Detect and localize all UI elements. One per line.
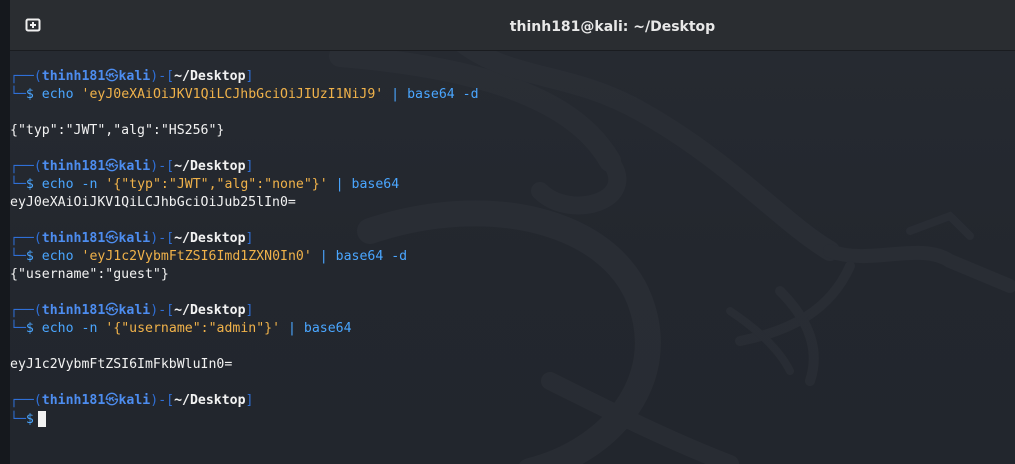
command-line: └─$ echo -n '{"username":"admin"}' | bas… — [10, 321, 352, 336]
kali-dragon-logo — [329, 51, 1015, 464]
command-output: eyJ0eXAiOiJKV1QiLCJhbGciOiJub25lIn0= — [10, 195, 296, 210]
terminal-body[interactable]: ┌──(thinh181㉿kali)-[~/Desktop] └─$ echo … — [10, 51, 1015, 464]
command-output: {"username":"guest"} — [10, 267, 169, 282]
window-title: thinh181@kali: ~/Desktop — [509, 19, 716, 35]
prompt-line: ┌──(thinh181㉿kali)-[~/Desktop] — [10, 231, 254, 246]
command-output: eyJ1c2VybmFtZSI6ImFkbWluIn0= — [10, 357, 233, 372]
command-line: └─$ echo 'eyJ1c2VybmFtZSI6Imd1ZXN0In0' |… — [10, 249, 408, 264]
command-line: └─$ echo -n '{"typ":"JWT","alg":"none"}'… — [10, 177, 400, 192]
prompt-line: ┌──(thinh181㉿kali)-[~/Desktop] — [10, 303, 254, 318]
command-output: {"typ":"JWT","alg":"HS256"} — [10, 123, 225, 138]
prompt-line: ┌──(thinh181㉿kali)-[~/Desktop] — [10, 393, 254, 408]
active-command-line[interactable]: └─$ — [10, 411, 46, 429]
prompt-line: ┌──(thinh181㉿kali)-[~/Desktop] — [10, 69, 254, 84]
prompt-line: ┌──(thinh181㉿kali)-[~/Desktop] — [10, 159, 254, 174]
terminal-window: thinh181@kali: ~/Desktop ┌──(thinh181㉿ka… — [10, 0, 1015, 464]
titlebar: thinh181@kali: ~/Desktop — [10, 0, 1015, 51]
text-cursor — [37, 411, 46, 427]
command-line: └─$ echo 'eyJ0eXAiOiJKV1QiLCJhbGciOiJIUz… — [10, 87, 479, 102]
